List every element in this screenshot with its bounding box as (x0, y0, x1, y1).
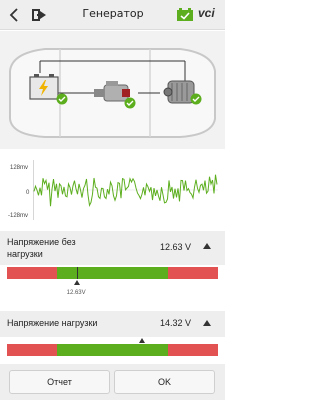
measurement-label-line1: Напряжение нагрузки (7, 318, 98, 328)
back-arrow-icon[interactable] (6, 6, 24, 24)
measurement-label-line2: нагрузки (7, 249, 43, 259)
vci-label: vci (198, 6, 215, 20)
waveform-signal (33, 174, 218, 207)
osc-mid-label: 0 (26, 190, 30, 196)
exit-icon[interactable] (30, 6, 48, 24)
top-bar: Генератор vci (0, 0, 225, 30)
gauge-normal-zone (57, 267, 168, 279)
gauge-high-zone (168, 344, 218, 356)
gauge-bar (7, 267, 218, 279)
report-button[interactable]: Отчет (9, 370, 110, 394)
alternator-ok-check-icon (190, 93, 202, 105)
measurement-value: 14.32 V (160, 318, 192, 328)
page-title: Генератор (82, 7, 144, 20)
bottom-bar: Отчет OK (0, 364, 225, 400)
voltage-waveform: 128mv 0 -128mv (0, 150, 225, 230)
gauge-no-load: 12.63V (0, 265, 225, 305)
gauge-low-zone (7, 344, 57, 356)
battery-icon (177, 8, 193, 21)
battery-ok-check-icon (56, 93, 68, 105)
ok-button[interactable]: OK (114, 370, 215, 394)
measurement-row-no-load[interactable]: Напряжение без нагрузки 12.63 V (0, 231, 225, 265)
osc-top-label: 128mv (10, 165, 29, 171)
gauge-normal-zone (57, 344, 168, 356)
gauge-high-zone (168, 267, 218, 279)
gauge-load (0, 337, 225, 364)
collapse-arrow-icon[interactable] (203, 243, 211, 249)
gauge-marker-pointer-icon (139, 338, 146, 343)
osc-bottom-label: -128mv (8, 213, 29, 219)
starter-ok-check-icon (124, 97, 136, 109)
collapse-arrow-icon[interactable] (203, 320, 211, 326)
gauge-marker-pointer-icon (73, 280, 80, 285)
vehicle-diagram (0, 31, 225, 149)
gauge-marker (76, 267, 78, 279)
gauge-bar (7, 344, 218, 356)
measurement-row-load[interactable]: Напряжение нагрузки 14.32 V (0, 311, 225, 337)
measurement-value: 12.63 V (160, 242, 192, 252)
measurement-label-line1: Напряжение без (7, 237, 76, 247)
gauge-low-zone (7, 267, 57, 279)
waveform-plot (33, 160, 218, 220)
gauge-marker-value: 12.63V (66, 290, 86, 296)
